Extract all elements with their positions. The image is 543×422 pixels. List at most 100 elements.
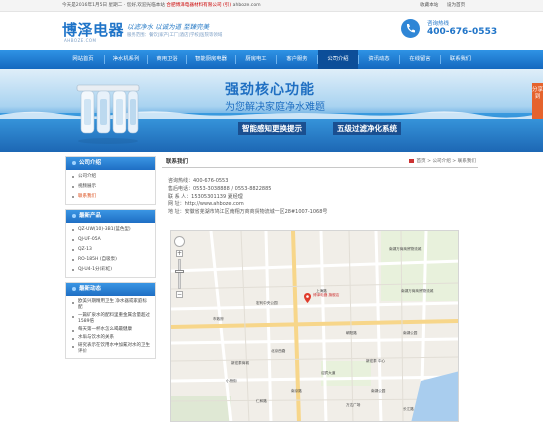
site-header: 博泽电器 AHBOZE.COM 以滤净水 以诚为道 至臻完美 服务范围：餐饮|家… xyxy=(0,12,543,50)
product-label: RO-185H (自吸泵) xyxy=(78,257,117,262)
share-tab[interactable]: 分享到 xyxy=(532,83,543,119)
main-nav: 网站首页 净水机系列 商用卫浴 智能厨房电器 厨房电工 客户服务 公司介绍 资讯… xyxy=(0,50,543,69)
contact-address: 地 址：安徽省芜湖市鸠江区南翔万商商贸物流城一区28#1007-1068号 xyxy=(168,209,328,216)
nav-item-message[interactable]: 在线留言 xyxy=(400,50,440,69)
sidebar-company-title: 公司介绍 xyxy=(79,160,102,166)
water-filter-image xyxy=(76,84,140,144)
news-label: 研究表示在饮用水中加氟对水的卫生评价 xyxy=(78,343,150,354)
contact-info: 咨询热线：400-676-0553 售后电话：0553-3038888 / 05… xyxy=(168,178,468,217)
hotline-label: 咨询热线 xyxy=(427,21,450,27)
map-label: 小桥街 xyxy=(226,379,237,383)
contact-hotline: 咨询热线：400-676-0553 xyxy=(168,178,229,184)
sidebar-products-panel: 最新产品 QZ-UW(10)-3B1(蓝色型) QJ-UF-05A QZ-13 … xyxy=(65,209,156,278)
welcome-text: 今天是2016年1月5日 星期二 · 您好,欢迎光临本站 合肥博泽电器材料有限公… xyxy=(62,0,261,12)
map-label: 新宏泰 中心 xyxy=(366,359,386,363)
company-name-link[interactable]: 合肥博泽电器材料有限公司 (引) xyxy=(166,3,231,8)
top-links: 收藏本站 设为首页 xyxy=(420,0,472,12)
product-label: QJ-U4-1分(彩虹) xyxy=(78,267,112,272)
map-label: 北京西路 xyxy=(271,349,286,353)
breadcrumb-home[interactable]: 首页 xyxy=(416,159,425,164)
sidebar-item-about[interactable]: 公司介绍 xyxy=(66,172,155,182)
bookmark-link[interactable]: 收藏本站 xyxy=(420,3,438,8)
zoom-slider-handle[interactable] xyxy=(175,270,184,273)
page-title: 联系我们 xyxy=(166,159,189,165)
map-label: 朝阳路 xyxy=(346,331,357,335)
nav-item-kitchen-appliances[interactable]: 智能厨房电器 xyxy=(187,50,235,69)
banner-headline: 强劲核心功能 xyxy=(225,82,315,98)
nav-item-about[interactable]: 公司介绍 xyxy=(318,50,358,69)
site-domain: ahboze.com xyxy=(232,3,261,8)
sidebar-news-panel: 最新动态 欧美兴期精用卫生 净水器或家庭标配 一篇矿泉水的配料里重金属含量超过1… xyxy=(65,282,156,359)
breadcrumb-about[interactable]: 公司介绍 xyxy=(432,159,450,164)
sidebar-item-contact[interactable]: 联系我们 xyxy=(66,192,155,202)
sidebar-item-video[interactable]: 视频展示 xyxy=(66,182,155,192)
nav-item-purifiers[interactable]: 净水机系列 xyxy=(105,50,147,69)
site-logo[interactable]: 博泽电器 AHBOZE.COM 以滤净水 以诚为道 至臻完美 服务范围：餐饮|家… xyxy=(62,19,222,47)
contact-aftersales: 售后电话：0553-3038888 / 0553-8822885 xyxy=(168,185,272,192)
sidebar-item-label: 联系我们 xyxy=(78,194,96,199)
map-zoom-control: + − xyxy=(174,236,185,298)
banner-feature-badge-2: 五级过滤净化系统 xyxy=(333,122,401,135)
map-label: 迎宾大道 xyxy=(321,371,336,375)
zoom-slider[interactable] xyxy=(178,259,181,289)
product-link[interactable]: QJ-UF-05A xyxy=(66,235,155,245)
hero-banner[interactable]: 强劲核心功能 为您解决家庭净水难题 智能感知更换提示 五级过滤净化系统 xyxy=(0,69,543,152)
map-label: 南湖万商商贸物流城 xyxy=(401,289,434,293)
banner-feature-badge-1: 智能感知更换提示 xyxy=(238,122,306,135)
sidebar-news-title: 最新动态 xyxy=(79,286,102,292)
bullet-icon xyxy=(72,213,76,218)
map-label: 长江路 xyxy=(403,407,414,411)
nav-item-news[interactable]: 资讯动态 xyxy=(359,50,399,69)
map-label: 南京路 xyxy=(291,389,302,393)
sidebar-products-header: 最新产品 xyxy=(66,210,155,223)
news-link[interactable]: 每天第一杯水怎么喝最健康 xyxy=(66,326,155,334)
home-icon xyxy=(409,158,415,163)
sidebar-item-label: 公司介绍 xyxy=(78,174,96,179)
phone-icon xyxy=(401,19,420,38)
sidebar-company-header: 公司介绍 xyxy=(66,157,155,170)
product-link[interactable]: QZ-UW(10)-3B1(蓝色型) xyxy=(66,225,155,235)
sidebar-item-label: 视频展示 xyxy=(78,184,96,189)
map-label: 宏利中央公园 xyxy=(256,301,278,305)
brand-domain: AHBOZE.COM xyxy=(64,38,97,43)
map-pan-control[interactable] xyxy=(174,236,185,247)
nav-item-home[interactable]: 网站首页 xyxy=(62,50,104,69)
sidebar-news-header: 最新动态 xyxy=(66,283,155,296)
hotline-number: 400-676-0553 xyxy=(427,27,498,37)
news-link[interactable]: 研究表示在饮用水中加氟对水的卫生评价 xyxy=(66,342,155,356)
nav-item-contact[interactable]: 联系我们 xyxy=(441,50,480,69)
nav-item-customer-service[interactable]: 客户服务 xyxy=(277,50,317,69)
map-label: 仁和路 xyxy=(256,399,267,403)
zoom-in-button[interactable]: + xyxy=(176,250,183,257)
bullet-icon xyxy=(72,160,76,165)
service-scope: 服务范围：餐饮|家产|工厂|酒店|学校|医院等领域 xyxy=(127,33,223,38)
breadcrumb-current: 联系我们 xyxy=(457,159,476,164)
banner-subline: 为您解决家庭净水难题 xyxy=(225,102,325,113)
product-label: QJ-UF-05A xyxy=(78,237,101,242)
company-map-marker-label[interactable]: 博泽电器 旗舰店 xyxy=(313,293,339,298)
sidebar: 公司介绍 公司介绍 视频展示 联系我们 最新产品 QZ-UW(10)-3B1(蓝… xyxy=(65,156,156,363)
zoom-out-button[interactable]: − xyxy=(176,291,183,298)
nav-item-bathroom[interactable]: 商用卫浴 xyxy=(148,50,186,69)
top-bar: 今天是2016年1月5日 星期二 · 您好,欢迎光临本站 合肥博泽电器材料有限公… xyxy=(0,0,543,12)
map-label: 市政府 xyxy=(213,317,224,321)
product-label: QZ-13 xyxy=(78,247,92,252)
set-homepage-link[interactable]: 设为首页 xyxy=(447,3,465,8)
map-roads xyxy=(171,231,458,421)
welcome-message: 今天是2016年1月5日 星期二 · 您好,欢迎光临本站 xyxy=(62,3,165,8)
breadcrumb: 首页 > 公司介绍 > 联系我们 xyxy=(409,158,476,164)
news-link[interactable]: 欧美兴期精用卫生 净水器或家庭标配 xyxy=(66,298,155,312)
sidebar-company-panel: 公司介绍 公司介绍 视频展示 联系我们 xyxy=(65,156,156,205)
brand-name: 博泽电器 xyxy=(62,21,125,39)
location-pin-icon[interactable] xyxy=(304,293,311,303)
nav-item-kitchen-electric[interactable]: 厨房电工 xyxy=(236,50,276,69)
news-label: 欧美兴期精用卫生 净水器或家庭标配 xyxy=(78,299,147,310)
product-link[interactable]: RO-185H (自吸泵) xyxy=(66,255,155,265)
hotline-block: 咨询热线 400-676-0553 xyxy=(401,17,501,47)
location-map[interactable]: 南湖万商商贸物流城 上海路 南湖万商商贸物流城 宏利中央公园 市政府 朝阳路 南… xyxy=(170,230,459,422)
news-link[interactable]: 一篇矿泉水的配料里重金属含量超过1589倍 xyxy=(66,312,155,326)
product-link[interactable]: QJ-U4-1分(彩虹) xyxy=(66,265,155,275)
product-link[interactable]: QZ-13 xyxy=(66,245,155,255)
map-label: 南湖万商商贸物流城 xyxy=(389,247,422,251)
news-link[interactable]: 水垢与饮水的关系 xyxy=(66,334,155,342)
